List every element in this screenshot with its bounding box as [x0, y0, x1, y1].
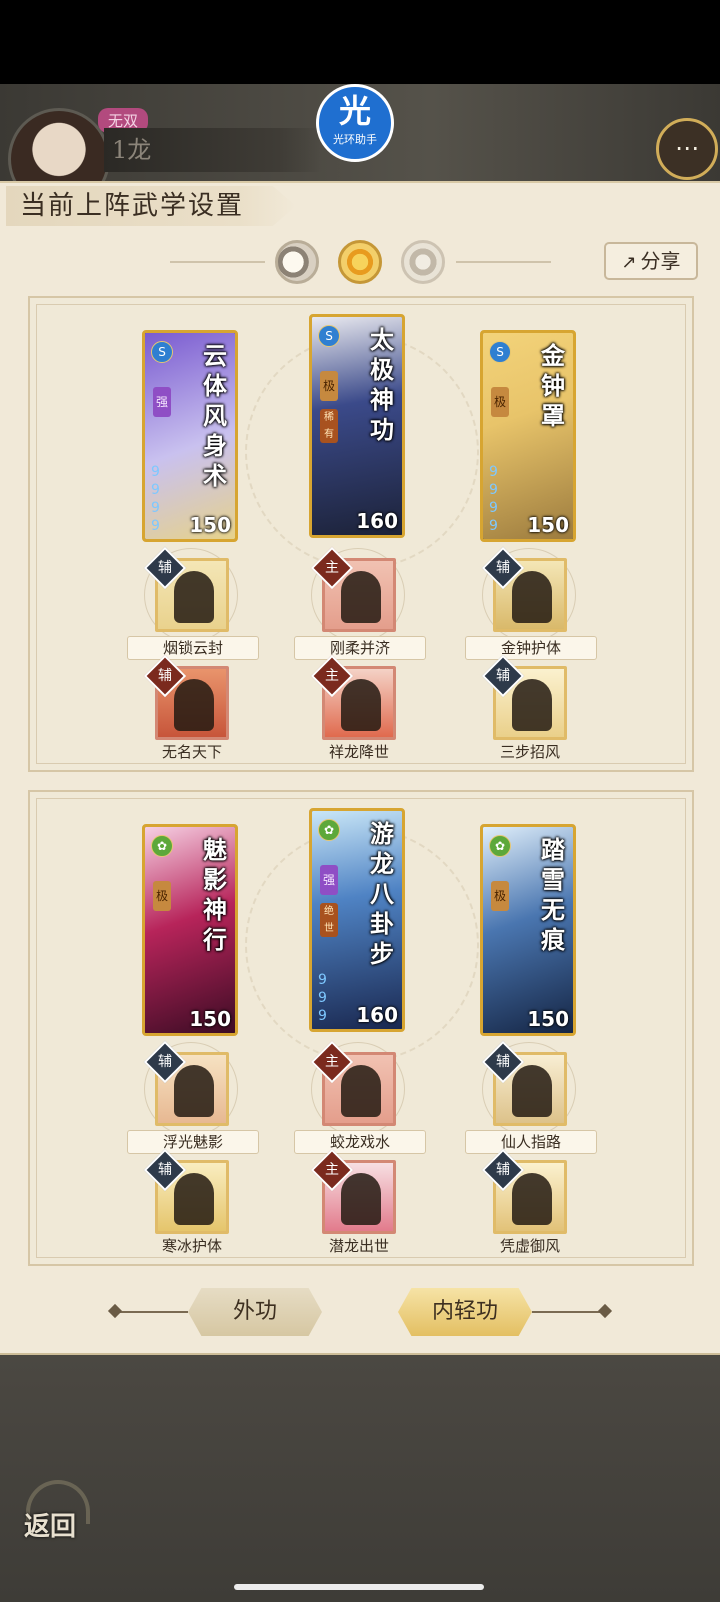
skill-1-6[interactable]: 辅: [481, 654, 567, 740]
card-power: 160: [356, 509, 398, 533]
share-button[interactable]: ↗ 分享: [604, 242, 698, 280]
back-label: 返回: [24, 1512, 77, 1542]
moon-icon[interactable]: [275, 240, 319, 284]
card-power: 160: [356, 1003, 398, 1027]
app-logo-name: 光环助手: [333, 133, 377, 146]
martial-card-1-2[interactable]: S 极 稀有 太极神功 160: [309, 314, 405, 538]
speed-icon: S: [489, 341, 511, 363]
card-grade: 极: [491, 881, 509, 911]
skill-silhouette: [174, 679, 214, 731]
skill-name: 烟锁云封: [127, 636, 259, 660]
skill-silhouette: [341, 1173, 381, 1225]
card-grade: 强: [153, 387, 171, 417]
martial-card-2-2[interactable]: ✿ 强 绝世 游龙八卦步 999 160: [309, 808, 405, 1032]
card-title: 太极神功: [370, 325, 394, 444]
chat-bubble-icon[interactable]: ⋯: [656, 118, 718, 180]
skill-2-6[interactable]: 辅: [481, 1148, 567, 1234]
skill-silhouette: [174, 1065, 214, 1117]
agility-icon: ✿: [318, 819, 340, 841]
sun-icon[interactable]: [338, 240, 382, 284]
skill-name: 浮光魅影: [127, 1130, 259, 1154]
tab-outer-skills[interactable]: 外功: [188, 1288, 322, 1336]
assistant-app-logo[interactable]: 光 光环助手: [316, 84, 394, 162]
share-icon: ↗: [621, 252, 637, 273]
card-title: 踏雪无痕: [541, 835, 565, 954]
skill-name: 三步招风: [499, 743, 560, 761]
skill-2-1[interactable]: 辅: [143, 1040, 229, 1126]
skill-silhouette: [512, 571, 552, 623]
mode-divider-right: [532, 1311, 602, 1313]
card-title: 魅影神行: [203, 835, 227, 954]
martial-card-2-3[interactable]: ✿ 极 踏雪无痕 150: [480, 824, 576, 1036]
martial-card-1-3[interactable]: S 极 金钟罩 9999 150: [480, 330, 576, 542]
skill-silhouette: [341, 1065, 381, 1117]
martial-card-2-1[interactable]: ✿ 极 魅影神行 150: [142, 824, 238, 1036]
ring-icon[interactable]: [401, 240, 445, 284]
card-rarity: 绝世: [320, 903, 338, 937]
card-grade: 极: [491, 387, 509, 417]
skill-name: 金钟护体: [465, 636, 597, 660]
speed-icon: S: [318, 325, 340, 347]
mode-divider-left: [116, 1311, 188, 1313]
app-logo-char: 光: [338, 92, 371, 130]
card-power: 150: [527, 1007, 569, 1031]
card-power: 150: [189, 513, 231, 537]
skill-silhouette: [512, 1173, 552, 1225]
skill-name: 仙人指路: [465, 1130, 597, 1154]
panel-title: 当前上阵武学设置: [6, 186, 296, 226]
skill-silhouette: [341, 571, 381, 623]
water-drop-icon: 9999: [151, 464, 160, 534]
speed-icon: S: [151, 341, 173, 363]
water-drop-icon: 999: [318, 972, 327, 1024]
skill-silhouette: [512, 1065, 552, 1117]
skill-name: 凭虚御风: [499, 1237, 560, 1255]
skill-2-5[interactable]: 主: [310, 1148, 396, 1234]
skill-name: 祥龙降世: [328, 743, 389, 761]
card-grade: 强: [320, 865, 338, 895]
card-title: 云体风身术: [203, 341, 227, 490]
card-power: 150: [527, 513, 569, 537]
agility-icon: ✿: [489, 835, 511, 857]
skill-name: 蛟龙戏水: [294, 1130, 426, 1154]
bottom-background: [0, 1356, 720, 1602]
player-name: 1龙: [104, 128, 322, 172]
card-grade: 极: [320, 371, 338, 401]
skill-1-3[interactable]: 辅: [481, 546, 567, 632]
skill-1-2[interactable]: 主: [310, 546, 396, 632]
martial-card-1-1[interactable]: S 强 云体风身术 9999 150: [142, 330, 238, 542]
skill-silhouette: [512, 679, 552, 731]
card-title: 游龙八卦步: [370, 819, 394, 968]
card-title: 金钟罩: [541, 341, 565, 430]
skill-silhouette: [174, 1173, 214, 1225]
skill-name: 潜龙出世: [328, 1237, 389, 1255]
selector-divider-left: [170, 261, 265, 263]
share-label: 分享: [640, 249, 681, 273]
selector-divider-right: [456, 261, 551, 263]
skill-name: 寒冰护体: [161, 1237, 222, 1255]
card-rarity: 稀有: [320, 409, 338, 443]
skill-1-5[interactable]: 主: [310, 654, 396, 740]
home-indicator[interactable]: [234, 1584, 484, 1590]
water-drop-icon: 9999: [489, 464, 498, 534]
skill-2-3[interactable]: 辅: [481, 1040, 567, 1126]
tab-inner-light-skills[interactable]: 内轻功: [398, 1288, 532, 1336]
skill-name: 刚柔并济: [294, 636, 426, 660]
skill-1-4[interactable]: 辅: [143, 654, 229, 740]
skill-silhouette: [174, 571, 214, 623]
skill-2-2[interactable]: 主: [310, 1040, 396, 1126]
skill-name: 无名天下: [161, 743, 222, 761]
status-bar: [0, 0, 720, 84]
skill-silhouette: [341, 679, 381, 731]
skill-2-4[interactable]: 辅: [143, 1148, 229, 1234]
agility-icon: ✿: [151, 835, 173, 857]
card-grade: 极: [153, 881, 171, 911]
card-power: 150: [189, 1007, 231, 1031]
skill-1-1[interactable]: 辅: [143, 546, 229, 632]
back-button[interactable]: 返回: [18, 1480, 90, 1542]
